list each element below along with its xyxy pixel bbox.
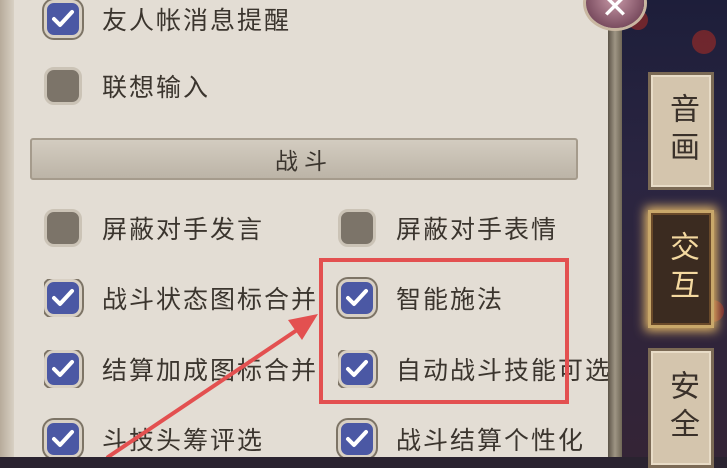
tab-interaction[interactable]: 交互: [648, 210, 714, 328]
tab-label: 交互: [664, 231, 699, 307]
panel-rail: [608, 0, 622, 457]
tab-label: 音画: [664, 93, 699, 169]
settings-panel: 友人帐消息提醒 联想输入 战斗 屏蔽对手发言 屏蔽对手表情 战斗状态图标合并 智…: [0, 0, 622, 457]
tab-security[interactable]: 安全: [648, 348, 714, 468]
pointer-arrow-icon: [106, 314, 318, 457]
lantern-decoration: [692, 30, 716, 54]
close-icon: ✕: [600, 0, 630, 27]
tab-label: 安全: [664, 370, 699, 446]
tab-audio-visual[interactable]: 音画: [648, 72, 714, 190]
